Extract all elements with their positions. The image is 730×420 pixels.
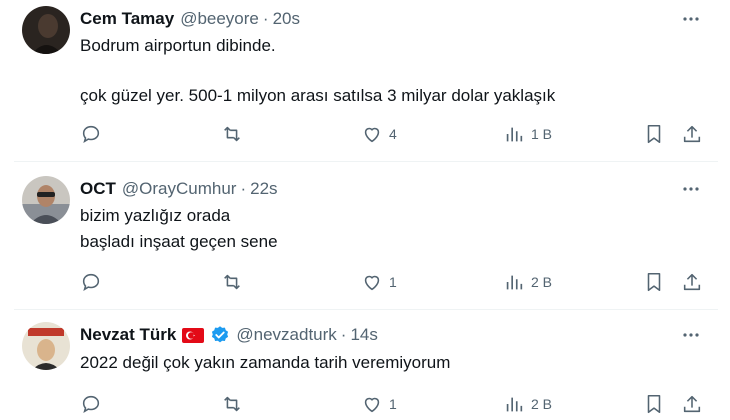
like-icon [364, 127, 380, 143]
share-button[interactable] [681, 122, 703, 146]
like-count: 1 [389, 396, 397, 412]
retweet-button[interactable] [221, 392, 243, 416]
avatar-image [22, 322, 70, 370]
timestamp[interactable]: 22s [250, 179, 277, 199]
bookmark-button[interactable] [643, 270, 665, 294]
author-handle[interactable]: @nevzadturk [236, 325, 336, 345]
author-name[interactable]: OCT [80, 179, 116, 199]
separator-dot: · [240, 179, 247, 198]
like-button[interactable]: 1 [361, 270, 397, 294]
like-icon [364, 275, 380, 291]
author-name[interactable]: Cem Tamay [80, 9, 174, 29]
author-handle[interactable]: @OrayCumhur [122, 179, 237, 199]
verified-icon [210, 325, 230, 345]
bookmark-icon [647, 272, 661, 292]
tweet-header: Cem Tamay @beeyore · 20s [80, 8, 300, 30]
views-icon [506, 397, 523, 412]
more-options-button[interactable] [680, 8, 702, 30]
bookmark-button[interactable] [643, 122, 665, 146]
retweet-button[interactable] [221, 122, 243, 146]
retweet-icon [224, 396, 240, 412]
like-button[interactable]: 4 [361, 122, 397, 146]
timestamp[interactable]: 20s [273, 9, 300, 29]
reply-icon [82, 125, 100, 143]
retweet-icon [224, 274, 240, 290]
avatar-image [22, 6, 70, 54]
more-icon [683, 17, 699, 21]
avatar-image [22, 176, 70, 224]
author-name[interactable]: Nevzat Türk [80, 325, 176, 345]
tweet-text-line: Bodrum airportun dibinde. [80, 36, 276, 55]
turkey-flag-icon [182, 327, 205, 343]
bookmark-icon [647, 124, 661, 144]
avatar[interactable] [22, 6, 70, 54]
tweet-text-line: bizim yazlığız orada [80, 206, 231, 225]
views-icon [506, 127, 523, 142]
like-count: 4 [389, 126, 397, 142]
tweet-text-line: çok güzel yer. 500-1 milyon arası satıls… [80, 86, 556, 105]
reply-icon [82, 273, 100, 291]
more-icon [683, 187, 699, 191]
like-button[interactable]: 1 [361, 392, 397, 416]
avatar[interactable] [22, 322, 70, 370]
bookmark-icon [647, 394, 661, 414]
view-count: 2 B [531, 274, 553, 290]
like-icon [364, 397, 380, 413]
views-button[interactable]: 2 B [503, 392, 552, 416]
tweet-text-line: başladı inşaat geçen sene [80, 232, 278, 251]
divider [14, 161, 718, 162]
avatar[interactable] [22, 176, 70, 224]
view-count: 1 B [531, 126, 553, 142]
separator-dot: · [340, 325, 347, 344]
tweet-header: Nevzat Türk @nevzadturk · 14s [80, 324, 378, 346]
tweet-header: OCT @OrayCumhur · 22s [80, 178, 278, 200]
like-count: 1 [389, 274, 397, 290]
reply-button[interactable] [80, 122, 102, 146]
more-icon [683, 333, 699, 337]
views-button[interactable]: 1 B [503, 122, 552, 146]
more-options-button[interactable] [680, 324, 702, 346]
views-icon [506, 275, 523, 290]
timestamp[interactable]: 14s [350, 325, 377, 345]
retweet-button[interactable] [221, 270, 243, 294]
reply-button[interactable] [80, 392, 102, 416]
reply-button[interactable] [80, 270, 102, 294]
retweet-icon [224, 126, 240, 142]
author-handle[interactable]: @beeyore [180, 9, 259, 29]
view-count: 2 B [531, 396, 553, 412]
share-icon [683, 273, 701, 291]
tweet-text-line: 2022 değil çok yakın zamanda tarih verem… [80, 353, 451, 372]
reply-icon [82, 395, 100, 413]
share-icon [683, 125, 701, 143]
bookmark-button[interactable] [643, 392, 665, 416]
share-button[interactable] [681, 270, 703, 294]
divider [14, 309, 718, 310]
share-button[interactable] [681, 392, 703, 416]
separator-dot: · [262, 9, 269, 28]
share-icon [683, 395, 701, 413]
views-button[interactable]: 2 B [503, 270, 552, 294]
more-options-button[interactable] [680, 178, 702, 200]
